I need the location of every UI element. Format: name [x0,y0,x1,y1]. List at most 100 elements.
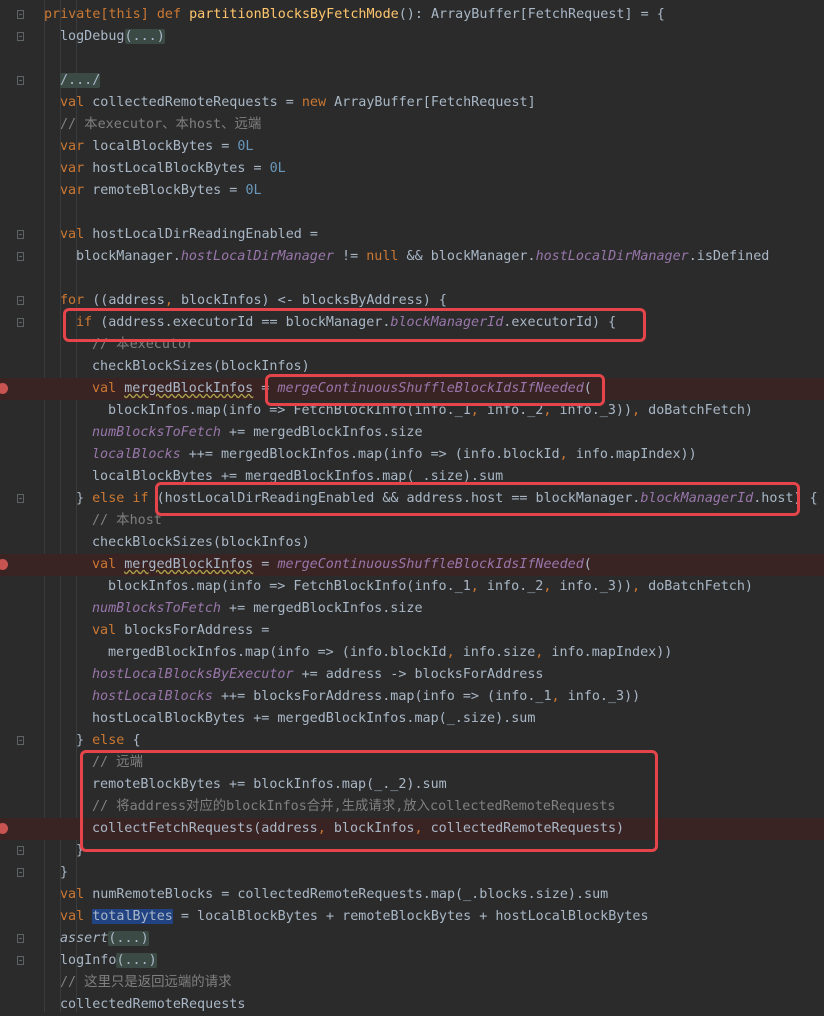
code-text[interactable]: logInfo(...) [60,950,157,972]
code-token: numRemoteBlocks = collectedRemoteRequest… [92,887,609,902]
code-token: // 本host [92,513,162,528]
code-text[interactable]: numBlocksToFetch += mergedBlockInfos.siz… [92,598,423,620]
code-token: hostLocalBlockBytes = [92,161,270,176]
code-token: doBatchFetch) [648,403,753,418]
code-line[interactable]: val numRemoteBlocks = collectedRemoteReq… [0,884,824,906]
code-token: numBlocksToFetch [92,601,221,616]
code-line[interactable]: collectedRemoteRequests [0,994,824,1016]
code-line[interactable]: val totalBytes = localBlockBytes + remot… [0,906,824,928]
annotation-box-local-executor [63,308,646,342]
code-text[interactable]: hostLocalBlockBytes += mergedBlockInfos.… [92,708,535,730]
fold-toggle-icon[interactable] [17,318,24,327]
code-line[interactable]: hostLocalBlocks ++= blocksForAddress.map… [0,686,824,708]
code-line[interactable]: // 本executor、本host、远端 [0,114,824,136]
fold-toggle-icon[interactable] [17,868,24,877]
code-text[interactable]: /.../ [60,70,101,92]
code-token: hostLocalDirManager [535,249,689,264]
code-token: hostLocalBlocks [92,689,213,704]
code-line[interactable]: mergedBlockInfos.map(info => (info.block… [0,642,824,664]
code-text[interactable]: var localBlockBytes = 0L [60,136,254,158]
code-line[interactable]: hostLocalBlocksByExecutor += address -> … [0,664,824,686]
code-text[interactable]: logDebug(...) [60,26,165,48]
code-line[interactable]: /.../ [0,70,824,92]
code-token: != [334,249,367,264]
code-line[interactable]: private[this] def partitionBlocksByFetch… [0,4,824,26]
code-text[interactable]: var remoteBlockBytes = 0L [60,180,262,202]
code-token: , [632,579,649,594]
code-token: blockInfos.map(info => FetchBlockInfo(in… [108,579,471,594]
code-line[interactable]: logInfo(...) [0,950,824,972]
code-text[interactable]: mergedBlockInfos.map(info => (info.block… [108,642,672,664]
code-line[interactable]: var hostLocalBlockBytes = 0L [0,158,824,180]
code-text[interactable]: checkBlockSizes(blockInfos) [92,532,310,554]
code-line[interactable]: } else { [0,730,824,752]
code-token: var [60,139,93,154]
code-text[interactable]: val blocksForAddress = [92,620,269,642]
code-line[interactable]: var remoteBlockBytes = 0L [0,180,824,202]
code-line[interactable]: // 这里只是返回远端的请求 [0,972,824,994]
code-text[interactable]: val totalBytes = localBlockBytes + remot… [60,906,649,928]
fold-toggle-icon[interactable] [17,956,24,965]
fold-toggle-icon[interactable] [17,10,24,19]
code-text[interactable]: val mergedBlockInfos = mergeContinuousSh… [92,554,592,576]
fold-toggle-icon[interactable] [17,76,24,85]
code-line[interactable]: numBlocksToFetch += mergedBlockInfos.siz… [0,422,824,444]
code-line[interactable]: val blocksForAddress = [0,620,824,642]
code-line[interactable]: localBlocks ++= mergedBlockInfos.map(inf… [0,444,824,466]
fold-toggle-icon[interactable] [17,230,24,239]
code-text[interactable]: numBlocksToFetch += mergedBlockInfos.siz… [92,422,423,444]
code-token: += mergedBlockInfos.size [221,425,423,440]
code-text[interactable]: var hostLocalBlockBytes = 0L [60,158,286,180]
code-line[interactable]: val hostLocalDirReadingEnabled = [0,224,824,246]
code-text[interactable]: // 这里只是返回远端的请求 [60,972,231,994]
code-line[interactable]: } [0,862,824,884]
code-text[interactable]: val numRemoteBlocks = collectedRemoteReq… [60,884,608,906]
code-token: doBatchFetch) [648,579,753,594]
code-token: = [253,557,278,572]
code-text[interactable]: val collectedRemoteRequests = new ArrayB… [60,92,536,114]
code-token: ArrayBuffer[FetchRequest] [334,95,536,110]
fold-toggle-icon[interactable] [17,846,24,855]
code-text[interactable]: blockInfos.map(info => FetchBlockInfo(in… [108,576,753,598]
code-line[interactable]: blockInfos.map(info => FetchBlockInfo(in… [0,576,824,598]
fold-toggle-icon[interactable] [17,934,24,943]
code-line[interactable] [0,268,824,290]
code-line[interactable]: hostLocalBlockBytes += mergedBlockInfos.… [0,708,824,730]
fold-toggle-icon[interactable] [17,252,24,261]
code-token: logDebug [60,29,125,44]
code-text[interactable]: // 本executor、本host、远端 [60,114,261,136]
annotation-box-merge-call [265,374,605,406]
code-line[interactable]: var localBlockBytes = 0L [0,136,824,158]
code-token: { [132,733,141,748]
code-line[interactable]: val collectedRemoteRequests = new ArrayB… [0,92,824,114]
code-text[interactable]: collectedRemoteRequests [60,994,245,1016]
code-text[interactable]: hostLocalBlocks ++= blocksForAddress.map… [92,686,640,708]
fold-toggle-icon[interactable] [17,296,24,305]
code-text[interactable]: // 本host [92,510,162,532]
code-line[interactable]: numBlocksToFetch += mergedBlockInfos.siz… [0,598,824,620]
code-line[interactable]: logDebug(...) [0,26,824,48]
code-text[interactable]: localBlocks ++= mergedBlockInfos.map(inf… [92,444,697,466]
code-text[interactable]: assert(...) [60,928,149,950]
fold-toggle-icon[interactable] [17,736,24,745]
breakpoint-icon[interactable] [0,823,8,834]
code-text[interactable]: val hostLocalDirReadingEnabled = [60,224,318,246]
breakpoint-icon[interactable] [0,559,8,570]
code-text[interactable]: private[this] def partitionBlocksByFetch… [44,4,665,26]
code-line[interactable] [0,202,824,224]
code-text[interactable]: } else { [76,730,141,752]
fold-toggle-icon[interactable] [17,32,24,41]
code-token: info.size [462,645,536,660]
code-token: } [76,491,93,506]
code-text[interactable]: hostLocalBlocksByExecutor += address -> … [92,664,543,686]
code-line[interactable] [0,48,824,70]
code-token: checkBlockSizes(blockInfos) [92,359,310,374]
code-line[interactable]: val mergedBlockInfos = mergeContinuousSh… [0,554,824,576]
code-line[interactable]: assert(...) [0,928,824,950]
fold-toggle-icon[interactable] [17,494,24,503]
code-text[interactable]: } [60,862,68,884]
code-line[interactable]: checkBlockSizes(blockInfos) [0,532,824,554]
code-line[interactable]: blockManager.hostLocalDirManager != null… [0,246,824,268]
breakpoint-icon[interactable] [0,383,8,394]
code-text[interactable]: blockManager.hostLocalDirManager != null… [76,246,769,268]
